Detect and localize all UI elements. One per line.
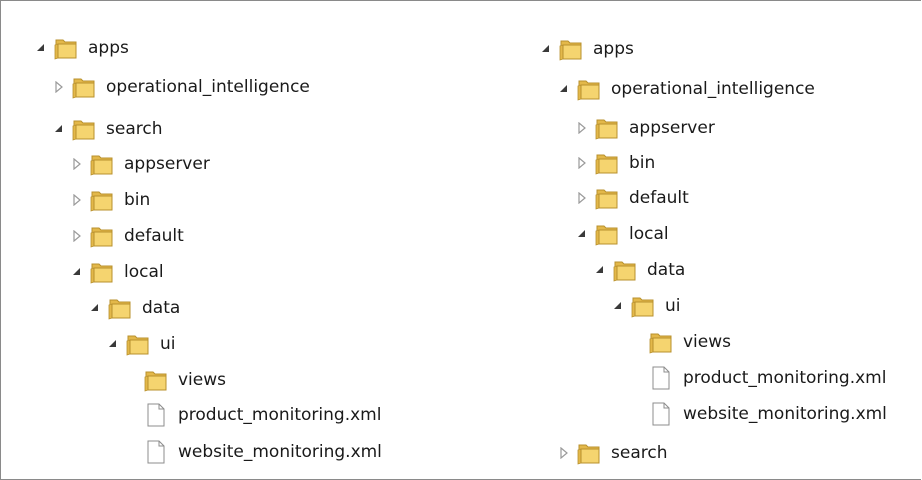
expanded-triangle-icon[interactable] [540,42,552,56]
tree-item-label: ui [665,296,681,316]
folder-icon [594,222,620,246]
tree-item-label: operational_intelligence [611,79,815,99]
file-icon [648,366,674,390]
right-folder-tree: apps operational_intelligence appserver bin… [1,1,921,479]
collapsed-triangle-icon[interactable] [558,446,570,460]
folder-views[interactable]: views [630,327,731,357]
folder-apps[interactable]: apps [540,34,634,64]
expanded-triangle-icon[interactable] [576,227,588,241]
arrow-spacer [630,335,642,349]
collapsed-triangle-icon[interactable] [576,156,588,170]
folder-icon [576,441,602,465]
folder-operational-intelligence[interactable]: operational_intelligence [558,74,815,104]
folder-appserver[interactable]: appserver [576,113,715,143]
expanded-triangle-icon[interactable] [594,263,606,277]
folder-icon [558,37,584,61]
folder-local[interactable]: local [576,219,669,249]
folder-search[interactable]: search [558,438,667,468]
folder-default[interactable]: default [576,183,689,213]
tree-item-label: website_monitoring.xml [683,404,887,424]
tree-item-label: default [629,188,689,208]
collapsed-triangle-icon[interactable] [576,121,588,135]
folder-icon [594,116,620,140]
explorer-screenshot-frame: apps operational_intelligencesearch appser… [0,0,921,480]
collapsed-triangle-icon[interactable] [576,191,588,205]
expanded-triangle-icon[interactable] [612,299,624,313]
tree-item-label: local [629,224,669,244]
folder-icon [594,151,620,175]
folder-ui[interactable]: ui [612,291,681,321]
folder-icon [576,77,602,101]
tree-item-label: data [647,260,686,280]
folder-icon [648,330,674,354]
file-icon [648,402,674,426]
folder-icon [630,294,656,318]
tree-item-label: product_monitoring.xml [683,368,887,388]
folder-data[interactable]: data [594,255,685,285]
expanded-triangle-icon[interactable] [558,82,570,96]
file-website-monitoring-xml[interactable]: website_monitoring.xml [648,399,887,429]
tree-item-label: search [611,443,668,463]
file-product-monitoring-xml[interactable]: product_monitoring.xml [648,363,886,393]
folder-icon [612,258,638,282]
tree-item-label: appserver [629,118,715,138]
tree-item-label: apps [593,39,634,59]
tree-item-label: bin [629,153,656,173]
tree-item-label: views [683,332,732,352]
folder-icon [594,186,620,210]
folder-bin[interactable]: bin [576,148,655,178]
